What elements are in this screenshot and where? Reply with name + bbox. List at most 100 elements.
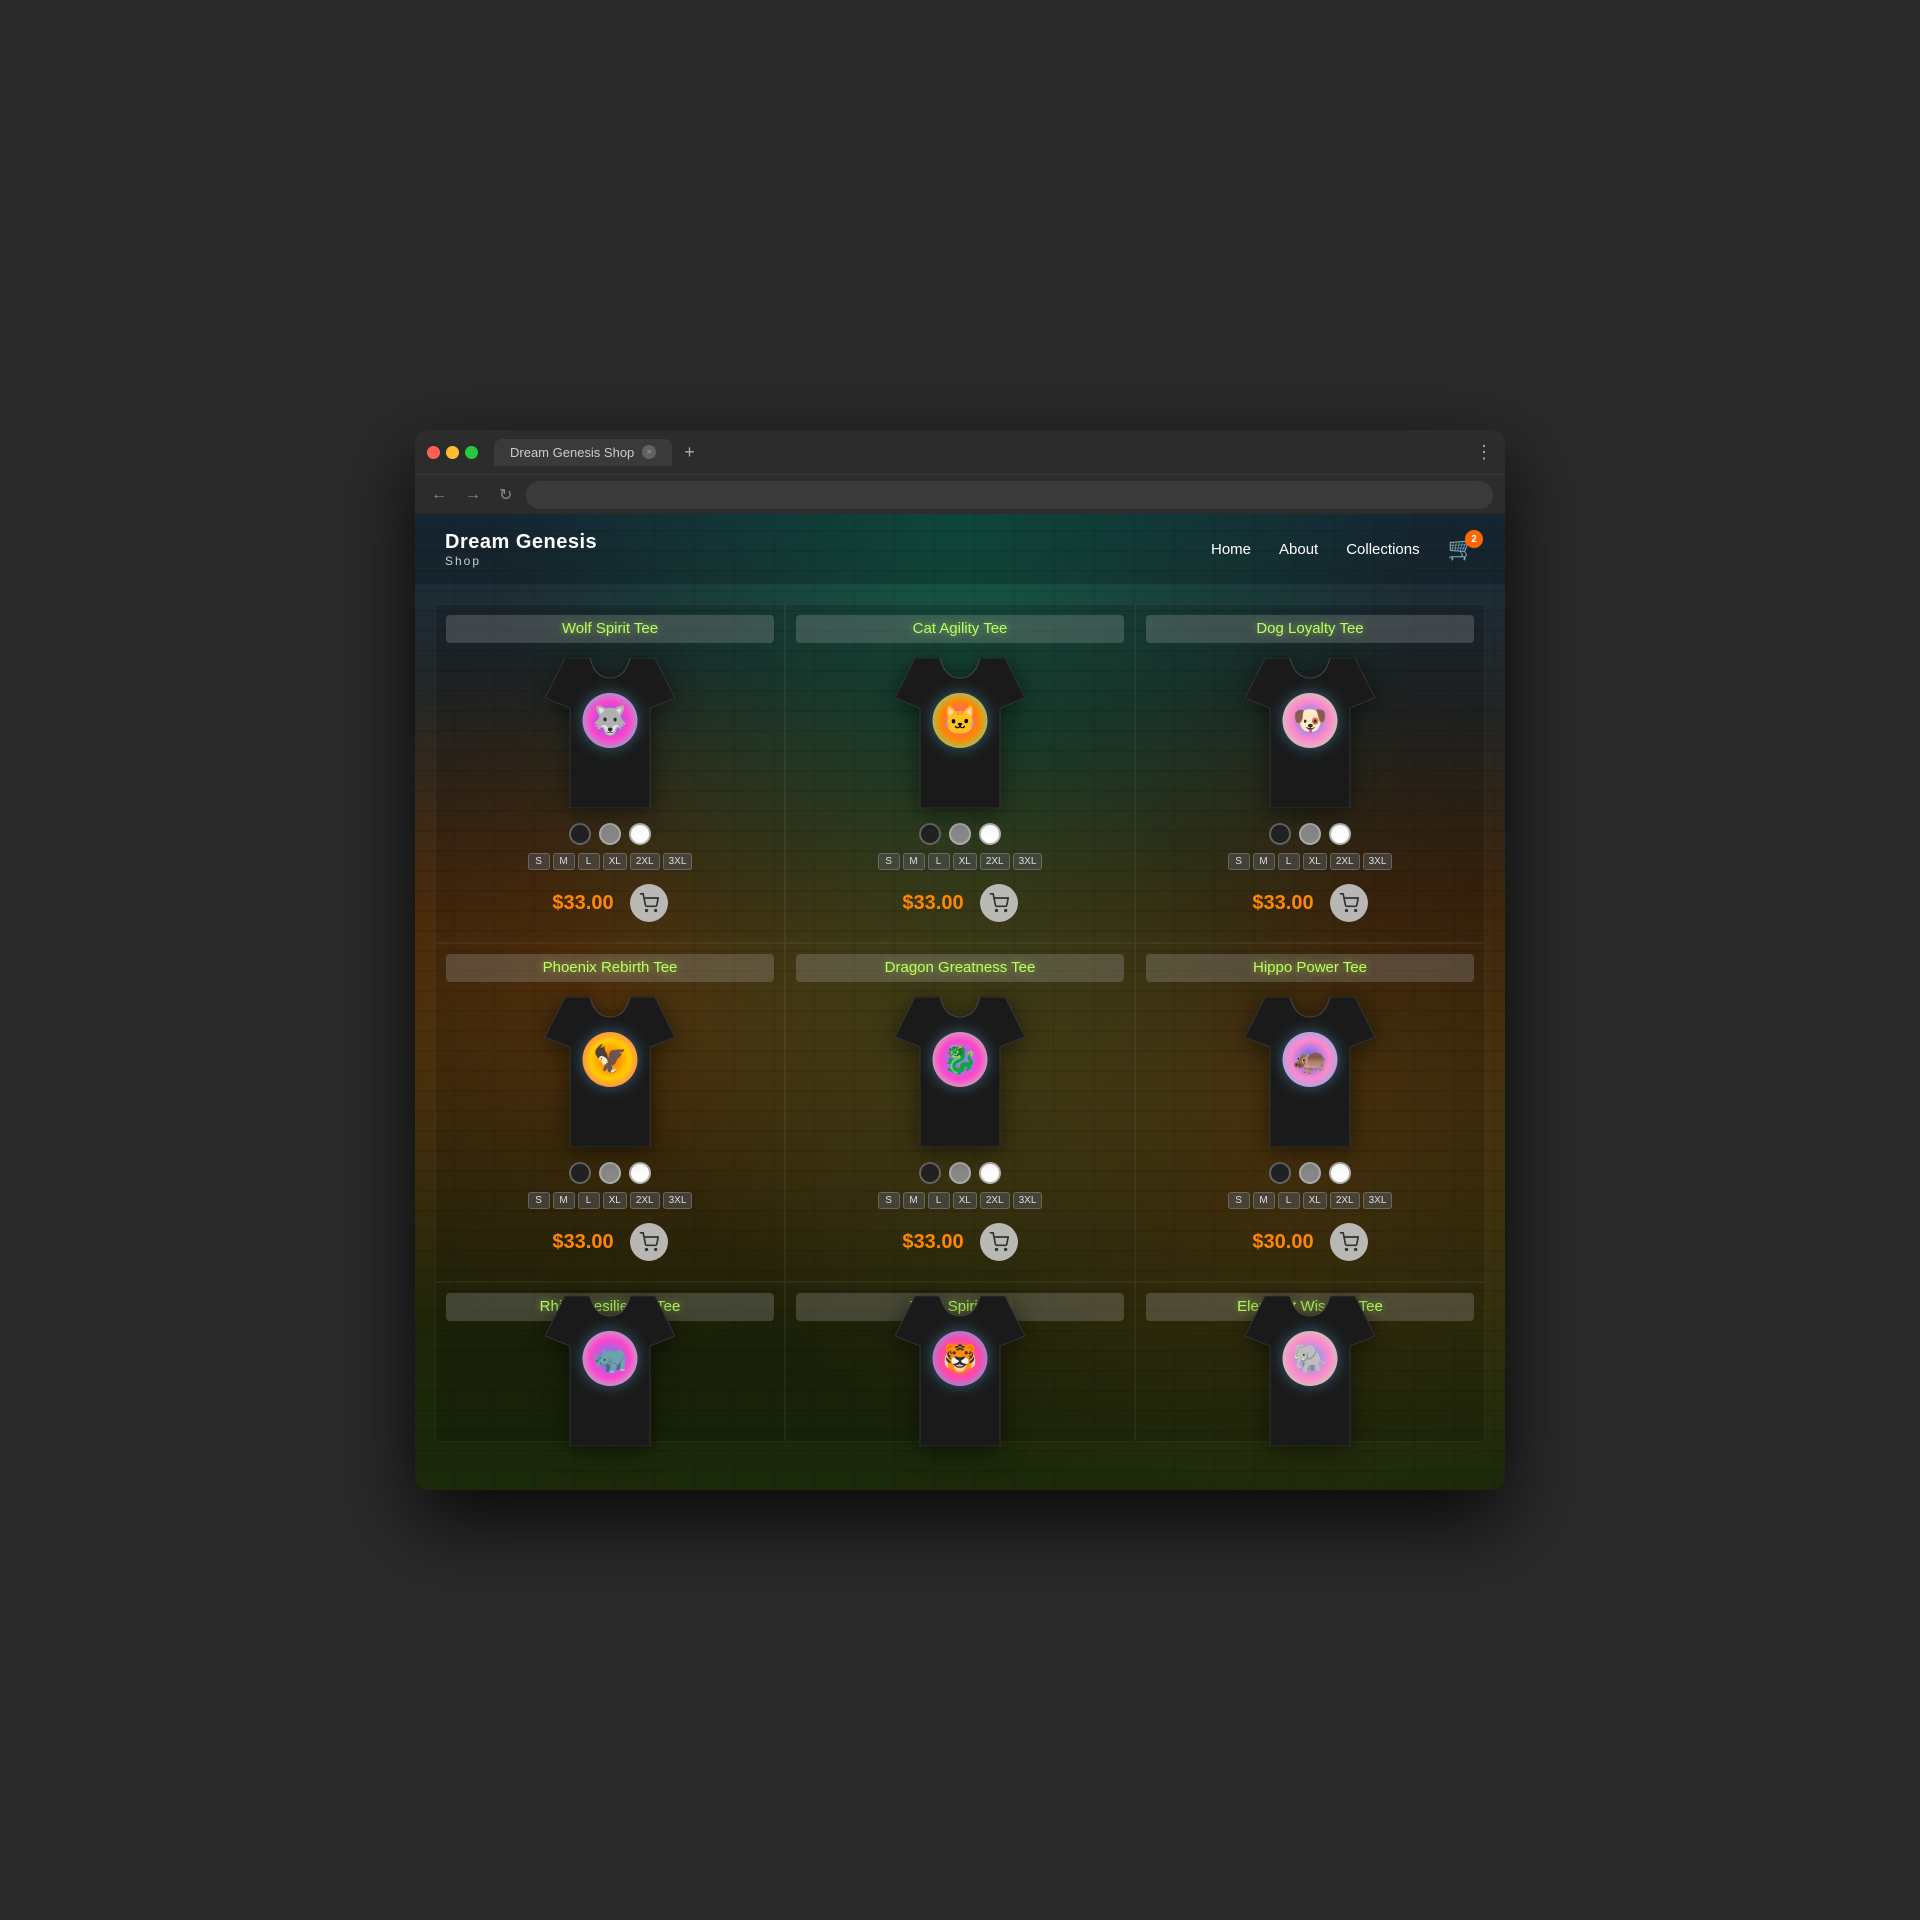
add-to-cart-button[interactable] xyxy=(980,1223,1018,1261)
size-btn-3xl[interactable]: 3XL xyxy=(663,1192,693,1209)
color-swatch-dark[interactable] xyxy=(919,1162,941,1184)
size-btn-s[interactable]: S xyxy=(528,1192,550,1209)
new-tab-button[interactable]: + xyxy=(684,442,695,463)
size-btn-l[interactable]: L xyxy=(1278,853,1300,870)
size-options: SMLXL2XL3XL xyxy=(528,853,693,870)
size-btn-s[interactable]: S xyxy=(1228,1192,1250,1209)
size-btn-s[interactable]: S xyxy=(878,1192,900,1209)
size-btn-xl[interactable]: XL xyxy=(1303,1192,1327,1209)
size-btn-s[interactable]: S xyxy=(878,853,900,870)
size-btn-2xl[interactable]: 2XL xyxy=(630,1192,660,1209)
tshirt-design: 🐯 xyxy=(933,1331,988,1386)
add-to-cart-button[interactable] xyxy=(1330,884,1368,922)
color-swatch-white[interactable] xyxy=(629,1162,651,1184)
color-swatch-gray[interactable] xyxy=(599,1162,621,1184)
size-btn-xl[interactable]: XL xyxy=(953,853,977,870)
size-btn-3xl[interactable]: 3XL xyxy=(1013,1192,1043,1209)
reload-button[interactable]: ↻ xyxy=(495,481,516,509)
color-swatch-white[interactable] xyxy=(979,823,1001,845)
cart-badge: 2 xyxy=(1465,530,1483,548)
color-swatch-gray[interactable] xyxy=(949,823,971,845)
size-btn-xl[interactable]: XL xyxy=(953,1192,977,1209)
tshirt-design: 🐘 xyxy=(1283,1331,1338,1386)
close-button[interactable] xyxy=(427,446,440,459)
tshirt-container: 🐱 xyxy=(890,653,1030,813)
color-swatches xyxy=(1269,1162,1351,1184)
address-input[interactable] xyxy=(526,481,1493,509)
tshirt-design: 🐱 xyxy=(933,693,988,748)
shop-content[interactable]: Wolf Spirit Tee 🐺SMLXL2XL3XL$33.00Cat Ag… xyxy=(415,584,1505,1490)
size-btn-l[interactable]: L xyxy=(578,853,600,870)
forward-button[interactable]: → xyxy=(461,482,485,508)
add-to-cart-button[interactable] xyxy=(630,884,668,922)
size-btn-l[interactable]: L xyxy=(578,1192,600,1209)
tshirt-container: 🐘 xyxy=(1240,1331,1380,1411)
color-swatch-dark[interactable] xyxy=(569,1162,591,1184)
nav-home[interactable]: Home xyxy=(1211,541,1251,558)
back-button[interactable]: ← xyxy=(427,482,451,508)
size-btn-2xl[interactable]: 2XL xyxy=(1330,853,1360,870)
price-row: $33.00 xyxy=(446,1223,774,1261)
color-swatch-white[interactable] xyxy=(1329,823,1351,845)
size-btn-m[interactable]: M xyxy=(903,853,925,870)
size-btn-2xl[interactable]: 2XL xyxy=(1330,1192,1360,1209)
product-card-tiger: Tiger Spirit Tee 🐯 xyxy=(785,1282,1135,1442)
size-btn-m[interactable]: M xyxy=(1253,1192,1275,1209)
size-btn-xl[interactable]: XL xyxy=(603,853,627,870)
tshirt-image: 🐉 xyxy=(895,997,1025,1147)
product-title: Cat Agility Tee xyxy=(913,620,1008,637)
color-swatches xyxy=(919,1162,1001,1184)
tshirt-image: 🐘 xyxy=(1245,1296,1375,1446)
nav-links: Home About Collections 🛒 2 xyxy=(1211,536,1475,562)
color-swatch-dark[interactable] xyxy=(919,823,941,845)
color-swatch-dark[interactable] xyxy=(1269,823,1291,845)
add-to-cart-button[interactable] xyxy=(1330,1223,1368,1261)
color-swatch-gray[interactable] xyxy=(1299,1162,1321,1184)
product-price: $33.00 xyxy=(902,892,963,915)
size-btn-m[interactable]: M xyxy=(553,1192,575,1209)
tab-close-button[interactable]: × xyxy=(642,445,656,459)
color-swatch-white[interactable] xyxy=(629,823,651,845)
tshirt-design: 🐉 xyxy=(933,1032,988,1087)
browser-tab[interactable]: Dream Genesis Shop × xyxy=(494,439,672,466)
nav-collections[interactable]: Collections xyxy=(1346,541,1419,558)
size-btn-xl[interactable]: XL xyxy=(1303,853,1327,870)
size-btn-m[interactable]: M xyxy=(553,853,575,870)
add-to-cart-button[interactable] xyxy=(630,1223,668,1261)
maximize-button[interactable] xyxy=(465,446,478,459)
color-swatch-gray[interactable] xyxy=(599,823,621,845)
size-btn-2xl[interactable]: 2XL xyxy=(630,853,660,870)
product-title-banner: Hippo Power Tee xyxy=(1146,954,1474,982)
size-btn-3xl[interactable]: 3XL xyxy=(1363,1192,1393,1209)
size-btn-m[interactable]: M xyxy=(903,1192,925,1209)
size-btn-3xl[interactable]: 3XL xyxy=(663,853,693,870)
size-btn-3xl[interactable]: 3XL xyxy=(1013,853,1043,870)
size-btn-2xl[interactable]: 2XL xyxy=(980,1192,1010,1209)
minimize-button[interactable] xyxy=(446,446,459,459)
size-btn-xl[interactable]: XL xyxy=(603,1192,627,1209)
tshirt-container: 🦏 xyxy=(540,1331,680,1411)
color-swatch-white[interactable] xyxy=(979,1162,1001,1184)
tshirt-container: 🐯 xyxy=(890,1331,1030,1411)
nav-about[interactable]: About xyxy=(1279,541,1318,558)
tshirt-container: 🦛 xyxy=(1240,992,1380,1152)
size-btn-s[interactable]: S xyxy=(528,853,550,870)
size-btn-l[interactable]: L xyxy=(1278,1192,1300,1209)
size-btn-m[interactable]: M xyxy=(1253,853,1275,870)
color-swatch-dark[interactable] xyxy=(1269,1162,1291,1184)
color-swatch-dark[interactable] xyxy=(569,823,591,845)
browser-menu-button[interactable]: ⋮ xyxy=(1475,442,1493,463)
color-swatch-white[interactable] xyxy=(1329,1162,1351,1184)
size-btn-3xl[interactable]: 3XL xyxy=(1363,853,1393,870)
price-row: $33.00 xyxy=(1146,884,1474,922)
size-btn-2xl[interactable]: 2XL xyxy=(980,853,1010,870)
cart-button[interactable]: 🛒 2 xyxy=(1448,536,1475,562)
color-swatch-gray[interactable] xyxy=(949,1162,971,1184)
size-btn-l[interactable]: L xyxy=(928,853,950,870)
product-card-dog: Dog Loyalty Tee 🐶SMLXL2XL3XL$33.00 xyxy=(1135,604,1485,943)
size-btn-s[interactable]: S xyxy=(1228,853,1250,870)
size-btn-l[interactable]: L xyxy=(928,1192,950,1209)
add-to-cart-button[interactable] xyxy=(980,884,1018,922)
product-card-cat: Cat Agility Tee 🐱 SMLXL2XL3XL $33.00 xyxy=(785,604,1135,943)
color-swatch-gray[interactable] xyxy=(1299,823,1321,845)
